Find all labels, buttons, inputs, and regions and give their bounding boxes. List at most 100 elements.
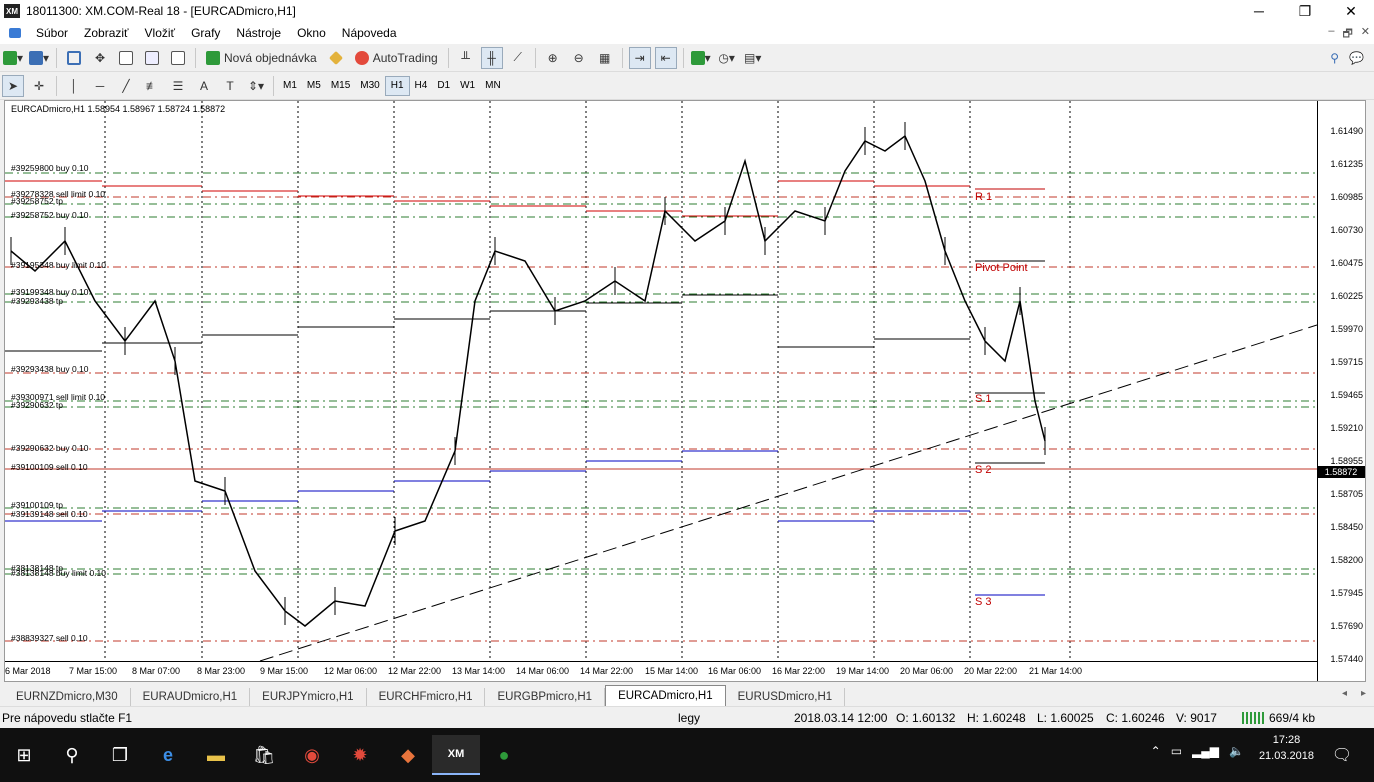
arrows-icon[interactable]: ⇕▾ — [245, 75, 267, 97]
time-tick: 7 Mar 15:00 — [69, 666, 118, 676]
timeframe-mn[interactable]: MN — [480, 76, 506, 96]
timeframe-h1[interactable]: H1 — [384, 75, 410, 96]
tray-chevron-icon[interactable]: ⌃ — [1151, 744, 1161, 758]
vertical-line-icon[interactable]: │ — [63, 75, 85, 97]
horizontal-line-icon[interactable]: ─ — [89, 75, 111, 97]
tab-euraud[interactable]: EURAUDmicro,H1 — [131, 688, 251, 706]
time-tick: 20 Mar 06:00 — [900, 666, 954, 676]
child-close-button[interactable]: ✕ — [1361, 25, 1370, 44]
menu-file[interactable]: Súbor — [28, 26, 76, 40]
close-button[interactable]: ✕ — [1328, 0, 1374, 22]
zoom-in-icon[interactable]: ⊕ — [542, 47, 564, 69]
cursor-icon[interactable]: ➤ — [2, 74, 24, 97]
timeframe-m15[interactable]: M15 — [326, 76, 355, 96]
line-studies-toolbar: ➤ ✛ │ ─ ╱ ≢ ☰ A T ⇕▾ M1 M5 M15 M30 H1 H4… — [0, 72, 1374, 100]
price-tick: 1.60985 — [1330, 192, 1363, 202]
templates-icon[interactable]: ▤▾ — [742, 47, 764, 69]
app-orange-icon[interactable]: ◆ — [384, 735, 432, 775]
indicators-icon[interactable]: ▾ — [690, 47, 712, 69]
tab-eurnzd[interactable]: EURNZDmicro,M30 — [4, 688, 131, 706]
chart-shift-icon[interactable]: ⇥ — [628, 46, 651, 69]
app-red-icon[interactable]: ✹ — [336, 735, 384, 775]
menu-help[interactable]: Nápoveda — [334, 26, 405, 40]
time-tick: 20 Mar 22:00 — [964, 666, 1018, 676]
time-tick: 16 Mar 06:00 — [708, 666, 762, 676]
bar-close: C: 1.60246 — [1106, 711, 1165, 725]
tab-scroll-right-icon[interactable]: ▸ — [1361, 688, 1366, 699]
tester-icon[interactable] — [167, 47, 189, 69]
market-watch-icon[interactable] — [63, 47, 85, 69]
text-icon[interactable]: A — [193, 75, 215, 97]
terminal-icon[interactable] — [141, 47, 163, 69]
windows-start-icon[interactable]: ⊞ — [0, 735, 48, 775]
menu-window[interactable]: Okno — [289, 26, 334, 40]
crosshair-icon[interactable]: ✛ — [28, 75, 50, 97]
maximize-button[interactable]: ❐ — [1282, 0, 1328, 22]
timeframe-w1[interactable]: W1 — [455, 76, 480, 96]
price-scale[interactable]: 1.61490 1.61235 1.60985 1.60730 1.60475 … — [1317, 101, 1365, 681]
equidistant-channel-icon[interactable]: ≢ — [141, 75, 163, 97]
autotrading-button[interactable]: AutoTrading — [351, 47, 442, 69]
store-icon[interactable]: 🛍 — [240, 735, 288, 775]
fibonacci-icon[interactable]: ☰ — [167, 75, 189, 97]
menu-insert[interactable]: Vložiť — [137, 26, 184, 40]
tab-eurcad[interactable]: EURCADmicro,H1 — [605, 685, 726, 706]
chrome-icon[interactable]: ◉ — [288, 735, 336, 775]
clock[interactable]: 17:28 21.03.2018 — [1259, 732, 1314, 764]
candlestick-icon[interactable]: ╫ — [480, 46, 503, 69]
periods-icon[interactable]: ◷▾ — [716, 47, 738, 69]
menu-bar: Súbor Zobraziť Vložiť Grafy Nástroje Okn… — [0, 22, 1374, 44]
time-scale[interactable]: 6 Mar 2018 7 Mar 15:00 8 Mar 07:00 8 Mar… — [5, 661, 1317, 681]
chart-window[interactable]: EURCADmicro,H1 1.58954 1.58967 1.58724 1… — [4, 100, 1366, 682]
timeframe-d1[interactable]: D1 — [432, 76, 455, 96]
windows-taskbar: ⊞ ⚲ ❐ e ▬ 🛍 ◉ ✹ ◆ XM ● ⌃ ▭ ▂▄▆ 🔈 17:28 2… — [0, 728, 1374, 782]
file-explorer-icon[interactable]: ▬ — [192, 735, 240, 775]
menu-tools[interactable]: Nástroje — [228, 26, 289, 40]
order-label: #39258752 tp — [11, 196, 63, 206]
signal-icon[interactable]: ▂▄▆ — [1192, 744, 1219, 758]
clock-date: 21.03.2018 — [1258, 750, 1314, 762]
tab-eurchf[interactable]: EURCHFmicro,H1 — [367, 688, 486, 706]
chat-icon[interactable]: 💬 — [1349, 51, 1364, 65]
timeframe-m5[interactable]: M5 — [302, 76, 326, 96]
child-minimize-button[interactable]: – — [1328, 25, 1334, 44]
network-icon[interactable]: ▭ — [1171, 744, 1182, 758]
tab-scroll-left-icon[interactable]: ◂ — [1342, 688, 1347, 699]
price-tick: 1.58955 — [1330, 456, 1363, 466]
xm-taskbar-icon[interactable]: XM — [432, 735, 480, 775]
profiles-icon[interactable]: ▾ — [28, 47, 50, 69]
child-restore-button[interactable]: 🗗 — [1342, 25, 1352, 44]
notifications-icon[interactable]: 🗨 — [1318, 735, 1366, 775]
zoom-out-icon[interactable]: ⊖ — [568, 47, 590, 69]
tab-eurjpy[interactable]: EURJPYmicro,H1 — [250, 688, 367, 706]
help-hint: Pre nápovedu stlačte F1 — [2, 711, 133, 725]
volume-icon[interactable]: 🔈 — [1229, 744, 1244, 758]
app-green-icon[interactable]: ● — [480, 735, 528, 775]
new-order-button[interactable]: Nová objednávka — [202, 47, 321, 69]
timeframe-h4[interactable]: H4 — [410, 76, 433, 96]
menu-charts[interactable]: Grafy — [183, 26, 228, 40]
timeframe-m1[interactable]: M1 — [278, 76, 302, 96]
price-chart[interactable] — [5, 101, 1317, 661]
search-icon[interactable]: ⚲ — [48, 735, 96, 775]
edge-browser-icon[interactable]: e — [144, 735, 192, 775]
text-label-icon[interactable]: T — [219, 75, 241, 97]
minimize-button[interactable]: ─ — [1236, 0, 1282, 22]
timeframe-m30[interactable]: M30 — [355, 76, 384, 96]
navigator-icon[interactable]: ✥ — [89, 47, 111, 69]
time-tick: 12 Mar 22:00 — [388, 666, 442, 676]
tile-windows-icon[interactable]: ▦ — [594, 47, 616, 69]
autoscroll-icon[interactable]: ⇤ — [654, 46, 677, 69]
tab-eurusd[interactable]: EURUSDmicro,H1 — [726, 688, 846, 706]
bar-chart-icon[interactable]: ╨ — [455, 47, 477, 69]
search-icon[interactable]: ⚲ — [1330, 51, 1339, 65]
line-chart-icon[interactable]: ⟋ — [507, 47, 529, 69]
tab-eurgbp[interactable]: EURGBPmicro,H1 — [485, 688, 606, 706]
new-chart-icon[interactable]: ▾ — [2, 47, 24, 69]
task-view-icon[interactable]: ❐ — [96, 735, 144, 775]
metaeditor-icon[interactable] — [325, 47, 347, 69]
data-window-icon[interactable] — [115, 47, 137, 69]
chart-window-icon[interactable] — [4, 25, 26, 41]
trendline-icon[interactable]: ╱ — [115, 75, 137, 97]
menu-view[interactable]: Zobraziť — [76, 26, 137, 40]
